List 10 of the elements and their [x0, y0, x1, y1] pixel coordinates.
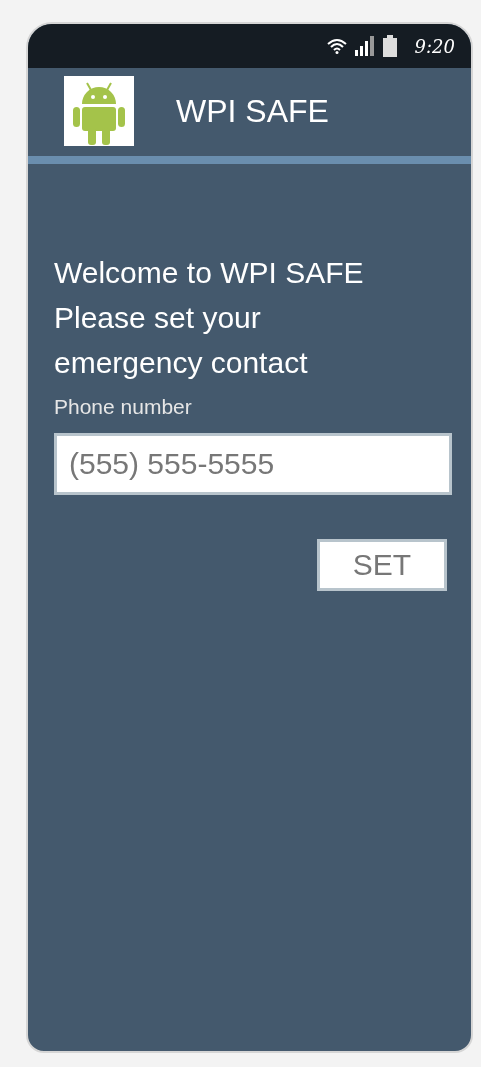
signal-icon	[354, 36, 375, 56]
welcome-message: Welcome to WPI SAFE Please set your emergency contact	[54, 255, 365, 381]
set-button[interactable]: SET	[317, 539, 447, 591]
phone-input-field[interactable]: (555) 555-5555	[54, 433, 452, 495]
battery-icon	[382, 35, 397, 57]
app-title: WPI SAFE	[176, 92, 329, 130]
field-label: Phone number	[54, 395, 193, 419]
status-time: 9:20	[414, 35, 455, 57]
robot-icon	[64, 76, 134, 146]
wifi-icon	[326, 38, 347, 54]
